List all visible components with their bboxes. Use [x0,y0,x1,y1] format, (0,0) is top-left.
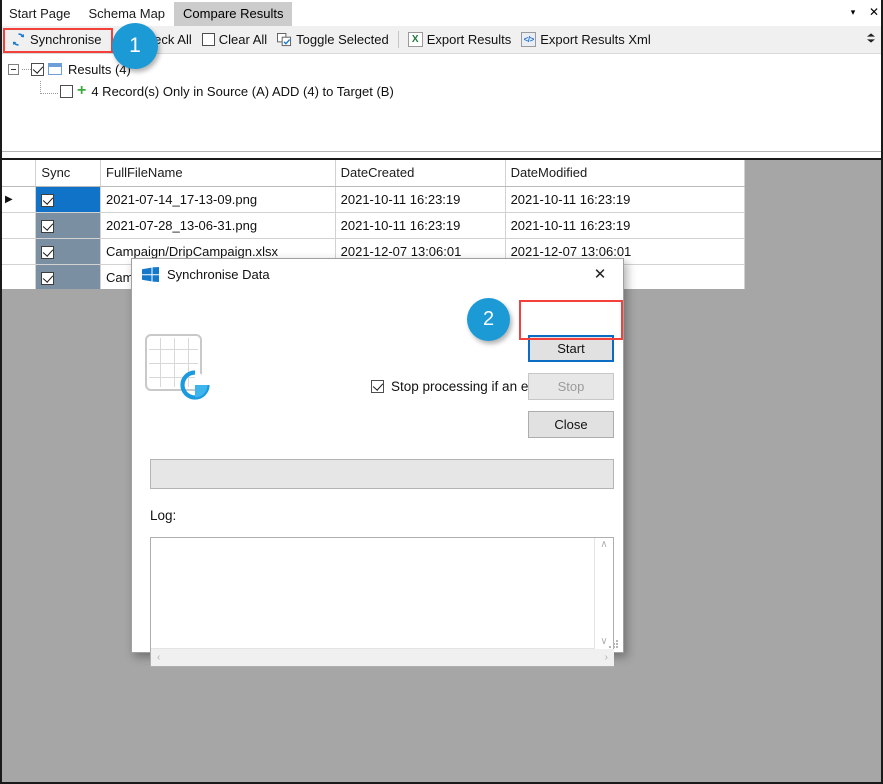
collapse-icon[interactable] [8,63,19,75]
column-header-sync[interactable]: Sync [35,160,102,187]
tab-schema-map[interactable]: Schema Map [79,2,174,26]
toggle-checkbox-icon [277,32,292,47]
row-indicator: ▶ [0,186,37,213]
dialog-resize-grip[interactable] [609,640,619,650]
export-results-label: Export Results [426,32,512,47]
tab-start-page[interactable]: Start Page [0,2,79,26]
dialog-title-bar[interactable]: Synchronise Data ✕ [132,259,623,289]
cell-datemodified: 2021-10-11 16:23:19 [505,186,746,213]
dialog-start-button[interactable]: Start [528,335,614,362]
step-badge-2: 2 [467,298,510,341]
sync-refresh-icon [11,32,26,47]
tree-checkbox-records[interactable] [60,84,73,98]
tab-dropdown-icon[interactable]: ▾ [846,4,860,20]
log-textbox[interactable]: ∧ ∨ ‹ › [150,537,614,667]
plus-add-icon: + [77,82,87,99]
toolbar-separator-2 [397,31,399,48]
row-sync-cell[interactable] [35,186,102,213]
log-text-area[interactable] [151,538,595,649]
step-badge-1: 1 [112,23,158,69]
row-sync-checkbox[interactable] [41,245,55,259]
scroll-right-icon[interactable]: › [603,651,610,665]
dsj-app-icon [142,266,159,282]
log-label: Log: [150,508,177,523]
toggle-selected-button[interactable]: Toggle Selected [272,29,394,51]
tree-node-records[interactable]: + 4 Record(s) Only in Source (A) ADD (4)… [0,81,883,101]
scroll-up-icon[interactable]: ∧ [598,538,609,552]
log-vertical-scrollbar[interactable]: ∧ ∨ [595,538,613,649]
scroll-left-icon[interactable]: ‹ [155,651,162,665]
row-sync-checkbox[interactable] [41,193,55,207]
toggle-selected-label: Toggle Selected [296,32,389,47]
export-results-button[interactable]: X Export Results [403,29,517,51]
cell-datecreated: 2021-10-11 16:23:19 [335,186,506,213]
page-frame-left [0,0,2,784]
clear-all-label: Clear All [218,32,268,47]
export-results-xml-label: Export Results Xml [540,32,651,47]
xml-icon: </> [521,32,537,47]
toolbar-overflow-icon[interactable] [865,33,877,44]
excel-icon: X [407,32,423,47]
tab-compare-results[interactable]: Compare Results [174,2,293,26]
row-sync-cell[interactable] [35,264,102,289]
table-row[interactable]: 2021-07-28_13-06-31.png 2021-10-11 16:23… [0,212,746,239]
row-sync-checkbox[interactable] [41,219,55,233]
synchronise-data-dialog: Synchronise Data ✕ Stop processing if an… [131,258,624,667]
results-tree-panel[interactable]: Results (4) + 4 Record(s) Only in Source… [0,55,883,152]
tree-line [22,68,31,70]
checkbox-empty-icon [201,33,215,46]
tree-node-records-label: 4 Record(s) Only in Source (A) ADD (4) t… [91,83,394,99]
application-window: Start Page Schema Map Compare Results ▾ … [0,0,883,784]
stop-on-error-checkbox[interactable] [371,380,384,393]
tree-checkbox-results[interactable] [31,62,44,76]
dialog-body: Stop processing if an error occurs. Star… [132,289,623,667]
tree-elbow-line [40,81,58,94]
column-header-indicator[interactable] [0,160,37,187]
spinner-icon [178,368,212,402]
row-indicator [0,212,37,239]
cell-datecreated: 2021-10-11 16:23:19 [335,212,506,239]
cell-datemodified: 2021-10-11 16:23:19 [505,212,746,239]
dialog-close-button[interactable]: Close [528,411,614,438]
column-header-fullfilename[interactable]: FullFileName [100,160,336,187]
synchronise-label: Synchronise [30,32,102,47]
clear-all-button[interactable]: Clear All [197,29,272,51]
table-icon [48,63,62,75]
column-header-datecreated[interactable]: DateCreated [335,160,506,187]
progress-bar [150,459,614,489]
table-row[interactable]: ▶ 2021-07-14_17-13-09.png 2021-10-11 16:… [0,186,746,213]
sync-animation-graphic [145,334,217,406]
row-sync-cell[interactable] [35,238,102,265]
dialog-title-label: Synchronise Data [167,266,270,282]
synchronise-toolbar-button[interactable]: Synchronise [6,29,107,51]
cell-fullfilename: 2021-07-28_13-06-31.png [100,212,336,239]
row-sync-checkbox[interactable] [41,271,55,285]
row-indicator [0,238,37,265]
column-header-datemodified[interactable]: DateModified [505,160,746,187]
dialog-stop-button: Stop [528,373,614,400]
dialog-close-icon[interactable]: ✕ [578,260,622,288]
row-sync-cell[interactable] [35,212,102,239]
export-results-xml-button[interactable]: </> Export Results Xml [516,29,656,51]
window-controls: ▾ ✕ [846,4,881,20]
close-icon[interactable]: ✕ [867,4,881,20]
scroll-down-icon[interactable]: ∨ [598,635,609,649]
cell-fullfilename: 2021-07-14_17-13-09.png [100,186,336,213]
row-indicator [0,264,37,289]
table-header-row: Sync FullFileName DateCreated DateModifi… [0,160,746,187]
log-horizontal-scrollbar[interactable]: ‹ › [151,649,614,666]
